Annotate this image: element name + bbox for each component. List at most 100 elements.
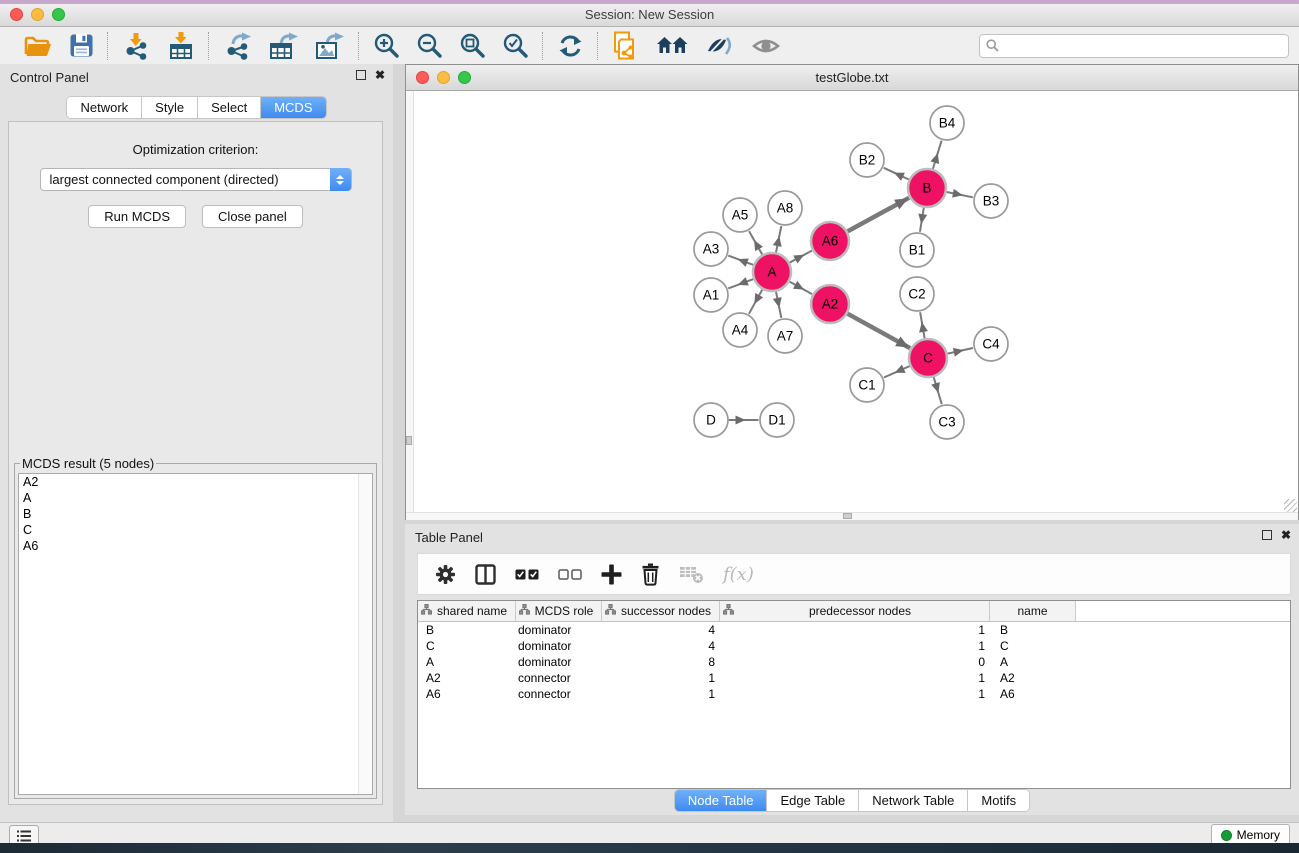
show-hide-eye-icon[interactable] [751,34,781,58]
node-A1[interactable]: A1 [694,278,728,312]
resize-grip[interactable] [1284,499,1297,512]
node-A2[interactable]: A2 [811,285,849,323]
delete-column-icon[interactable] [641,563,660,586]
node-A[interactable]: A [753,253,791,291]
node-B[interactable]: B [908,169,946,207]
node-C1[interactable]: C1 [850,368,884,402]
network-minimize-button[interactable] [437,71,450,84]
criterion-select[interactable]: largest connected component (directed) [40,168,352,191]
node-A5[interactable]: A5 [723,198,757,232]
zoom-window-button[interactable] [52,8,65,21]
node-A8[interactable]: A8 [768,191,802,225]
tab-network-table[interactable]: Network Table [859,790,968,811]
result-item[interactable]: C [19,522,372,538]
table-row[interactable]: A6connector11A6 [418,686,1290,702]
node-D1[interactable]: D1 [760,403,794,437]
arrowhead [930,153,939,164]
delete-table-icon[interactable] [679,564,704,584]
column-header-name[interactable]: name [990,601,1076,621]
minimize-window-button[interactable] [31,8,44,21]
close-panel-icon[interactable]: ✖ [1281,530,1291,540]
node-C4[interactable]: C4 [974,327,1008,361]
mcds-result-list[interactable]: A2ABCA6 [18,473,373,795]
node-B4[interactable]: B4 [930,106,964,140]
new-network-from-selection-icon[interactable] [612,31,640,61]
column-header-successor-nodes[interactable]: successor nodes [602,601,720,621]
result-item[interactable]: A6 [19,538,372,554]
result-item[interactable]: B [19,506,372,522]
node-B2[interactable]: B2 [850,143,884,177]
export-table-icon[interactable] [269,32,299,60]
tab-network[interactable]: Network [67,97,142,118]
network-graph[interactable]: B4 B2 B B3 B1 A5 A8 A6 A3 A A1 A4 A7 A2 C2 C C4 C1 C3 D D1 [406,91,1298,513]
result-list-scrollbar[interactable] [358,474,372,794]
column-header-MCDS-role[interactable]: MCDS role [516,601,602,621]
tab-node-table[interactable]: Node Table [675,790,768,811]
search-input[interactable] [1004,38,1282,54]
node-label: A4 [732,323,749,338]
node-C3[interactable]: C3 [930,405,964,439]
result-item[interactable]: A2 [19,474,372,490]
node-B1[interactable]: B1 [900,233,934,267]
table-row[interactable]: A2connector11A2 [418,670,1290,686]
hide-graphics-details-icon[interactable] [705,33,735,59]
close-window-button[interactable] [10,8,23,21]
table-row[interactable]: Bdominator41B [418,622,1290,638]
node-A4[interactable]: A4 [723,313,757,347]
node-C2[interactable]: C2 [900,277,934,311]
mcds-result-group: MCDS result (5 nodes) A2ABCA6 [14,456,377,799]
scroll-handle[interactable] [843,513,852,519]
table-settings-icon[interactable] [435,564,456,585]
run-mcds-button[interactable]: Run MCDS [88,205,186,228]
result-item[interactable]: A [19,490,372,506]
deselect-all-icon[interactable] [558,569,582,580]
open-file-icon[interactable] [23,33,53,59]
zoom-in-icon[interactable] [373,32,400,59]
search-field[interactable] [979,34,1289,58]
column-visibility-icon[interactable] [475,564,496,585]
network-canvas[interactable]: B4 B2 B B3 B1 A5 A8 A6 A3 A A1 A4 A7 A2 C2 C C4 C1 C3 D D1 [406,91,1298,520]
import-network-icon[interactable] [122,32,151,60]
float-panel-icon[interactable] [1262,530,1272,540]
tab-edge-table[interactable]: Edge Table [767,790,859,811]
add-column-icon[interactable] [601,564,622,585]
node-A3[interactable]: A3 [694,232,728,266]
node-C[interactable]: C [909,339,947,377]
cell-MCDS-role: connector [516,687,602,701]
session-title: Session: New Session [585,7,714,22]
close-panel-button[interactable]: Close panel [202,205,303,228]
zoom-out-icon[interactable] [416,32,443,59]
zoom-selected-icon[interactable] [502,32,529,59]
save-session-icon[interactable] [69,33,94,58]
float-panel-icon[interactable] [356,70,366,80]
refresh-icon[interactable] [557,33,584,59]
network-close-button[interactable] [416,71,429,84]
close-panel-icon[interactable]: ✖ [375,70,385,80]
network-vertical-scrollbar[interactable] [406,91,414,512]
node-A6[interactable]: A6 [811,222,849,260]
export-network-icon[interactable] [223,32,253,60]
tab-style[interactable]: Style [142,97,198,118]
cell-shared-name: A6 [418,687,516,701]
network-zoom-button[interactable] [458,71,471,84]
attribute-icon [421,604,432,618]
cell-name: A [990,655,1076,669]
scroll-handle[interactable] [406,436,412,445]
column-header-shared-name[interactable]: shared name [418,601,516,621]
column-header-predecessor-nodes[interactable]: predecessor nodes [720,601,990,621]
export-image-icon[interactable] [315,32,345,60]
tab-motifs[interactable]: Motifs [968,790,1029,811]
node-D[interactable]: D [694,403,728,437]
table-row[interactable]: Adominator80A [418,654,1290,670]
tab-select[interactable]: Select [198,97,261,118]
node-B3[interactable]: B3 [974,184,1008,218]
node-A7[interactable]: A7 [768,319,802,353]
network-horizontal-scrollbar[interactable] [406,512,1298,520]
tab-mcds[interactable]: MCDS [261,97,325,118]
table-row[interactable]: Cdominator41C [418,638,1290,654]
show-all-networks-icon[interactable] [656,33,689,59]
select-all-icon[interactable] [515,569,539,580]
function-builder-icon[interactable]: f(x) [723,564,754,585]
import-table-icon[interactable] [167,32,195,60]
zoom-fit-icon[interactable] [459,32,486,59]
